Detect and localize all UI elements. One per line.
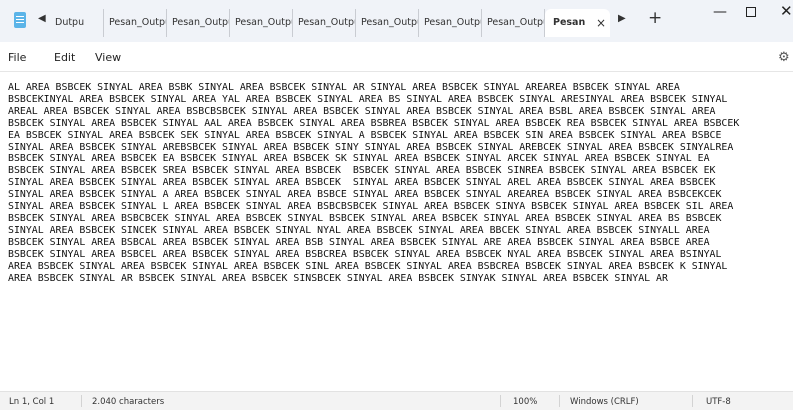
scroll-tabs-right-icon[interactable]: ▶: [618, 13, 626, 24]
tab[interactable]: Pesan_Outpu: [167, 9, 230, 37]
tab[interactable]: Pesan_Outpu: [104, 9, 167, 37]
notepad-app-icon: [14, 12, 26, 28]
tab[interactable]: Pesan_Outpu: [482, 9, 545, 37]
character-count: 2.040 characters: [92, 397, 165, 407]
scroll-tabs-left-icon[interactable]: ◀: [38, 13, 46, 24]
zoom-level[interactable]: 100%: [513, 397, 537, 407]
editor-content[interactable]: AL AREA BSBCEK SINYAL AREA BSBK SINYAL A…: [8, 82, 739, 284]
maximize-button[interactable]: [746, 7, 756, 17]
status-divider: [81, 395, 82, 407]
tab[interactable]: Dutpu: [50, 9, 104, 37]
status-bar: Ln 1, Col 1 2.040 characters 100% Window…: [0, 391, 793, 410]
close-tab-icon[interactable]: ×: [596, 9, 606, 37]
menu-bar: File Edit View ⚙: [0, 42, 793, 72]
tab[interactable]: Pesan_Outpu: [419, 9, 482, 37]
tab-active-label: Pesan: [553, 17, 586, 28]
tab[interactable]: Pesan_Outpu: [356, 9, 419, 37]
tab[interactable]: Pesan_Outpu: [293, 9, 356, 37]
encoding[interactable]: UTF-8: [706, 397, 731, 407]
menu-file[interactable]: File: [8, 51, 26, 64]
status-divider: [500, 395, 501, 407]
new-tab-button[interactable]: +: [648, 8, 662, 28]
menu-edit[interactable]: Edit: [54, 51, 75, 64]
title-bar: ◀ Dutpu Pesan_Outpu Pesan_Outpu Pesan_Ou…: [0, 0, 793, 42]
line-ending[interactable]: Windows (CRLF): [570, 397, 639, 407]
close-window-button[interactable]: ✕: [780, 2, 793, 20]
tab-active[interactable]: Pesan ×: [545, 9, 610, 37]
minimize-button[interactable]: —: [713, 4, 727, 20]
status-divider: [692, 395, 693, 407]
menu-view[interactable]: View: [95, 51, 121, 64]
tab-strip: Dutpu Pesan_Outpu Pesan_Outpu Pesan_Outp…: [50, 9, 610, 37]
settings-gear-icon[interactable]: ⚙: [778, 50, 790, 65]
status-divider: [559, 395, 560, 407]
cursor-position: Ln 1, Col 1: [9, 397, 55, 407]
tab[interactable]: Pesan_Outpu: [230, 9, 293, 37]
text-editor[interactable]: AL AREA BSBCEK SINYAL AREA BSBK SINYAL A…: [0, 73, 793, 391]
